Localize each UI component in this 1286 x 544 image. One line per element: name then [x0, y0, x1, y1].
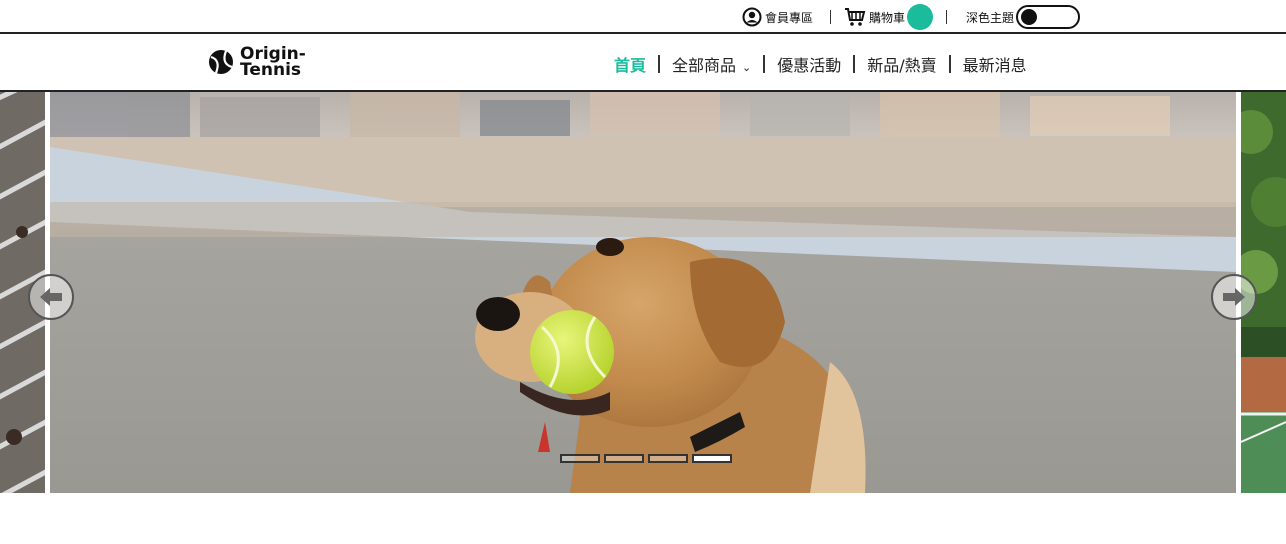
- nav-divider: [658, 55, 661, 73]
- nav-home[interactable]: 首頁: [614, 52, 646, 76]
- cart-icon: [845, 8, 866, 26]
- nav-divider: [763, 55, 766, 73]
- carousel-next-button[interactable]: [1211, 274, 1257, 320]
- nav-news[interactable]: 最新消息: [963, 52, 1027, 76]
- arrow-left-icon: [40, 288, 62, 306]
- nav-all-products-label: 全部商品: [672, 56, 737, 75]
- brand-logo[interactable]: Origin- Tennis: [208, 46, 306, 80]
- user-circle-icon: [742, 7, 762, 27]
- toggle-knob: [1021, 9, 1038, 25]
- nav-new-hot[interactable]: 新品/熱賣: [867, 52, 936, 76]
- carousel-indicator-1[interactable]: [560, 454, 600, 463]
- dark-theme-control: 深色主題: [966, 4, 1081, 30]
- separator: [938, 4, 947, 30]
- separator: [822, 4, 831, 30]
- theme-label: 深色主題: [966, 10, 1015, 25]
- carousel-prev-button[interactable]: [28, 274, 74, 320]
- carousel-slide-active[interactable]: [50, 92, 1236, 493]
- dog-with-tennis-ball-image: [50, 92, 1236, 493]
- chevron-down-icon: ⌄: [742, 61, 752, 74]
- carousel-indicators: [560, 454, 732, 463]
- carousel-indicator-4[interactable]: [692, 454, 732, 463]
- arrow-right-icon: [1223, 288, 1245, 306]
- dark-theme-toggle[interactable]: [1016, 5, 1081, 29]
- carousel-indicator-2[interactable]: [604, 454, 644, 463]
- member-label: 會員專區: [765, 10, 814, 25]
- main-navbar: Origin- Tennis 首頁 全部商品 ⌄ 優惠活動 新品/熱賣 最新消息: [0, 34, 1286, 92]
- member-area-link[interactable]: 會員專區: [742, 4, 813, 30]
- tennis-ball-logo-icon: [209, 50, 233, 74]
- cart-link[interactable]: 購物車: [844, 4, 934, 30]
- carousel-indicator-3[interactable]: [648, 454, 688, 463]
- nav-divider: [853, 55, 856, 73]
- cart-count-badge: [907, 4, 934, 30]
- nav-all-products[interactable]: 全部商品 ⌄: [672, 52, 751, 76]
- cart-label: 購物車: [869, 10, 906, 25]
- nav-divider: [948, 55, 951, 73]
- hero-carousel: [0, 92, 1286, 493]
- primary-nav: 首頁 全部商品 ⌄ 優惠活動 新品/熱賣 最新消息: [614, 52, 1027, 76]
- brand-line-2: Tennis: [240, 60, 302, 80]
- top-utility-bar: 會員專區 購物車 深色主題: [0, 0, 1286, 34]
- nav-promotions[interactable]: 優惠活動: [777, 52, 841, 76]
